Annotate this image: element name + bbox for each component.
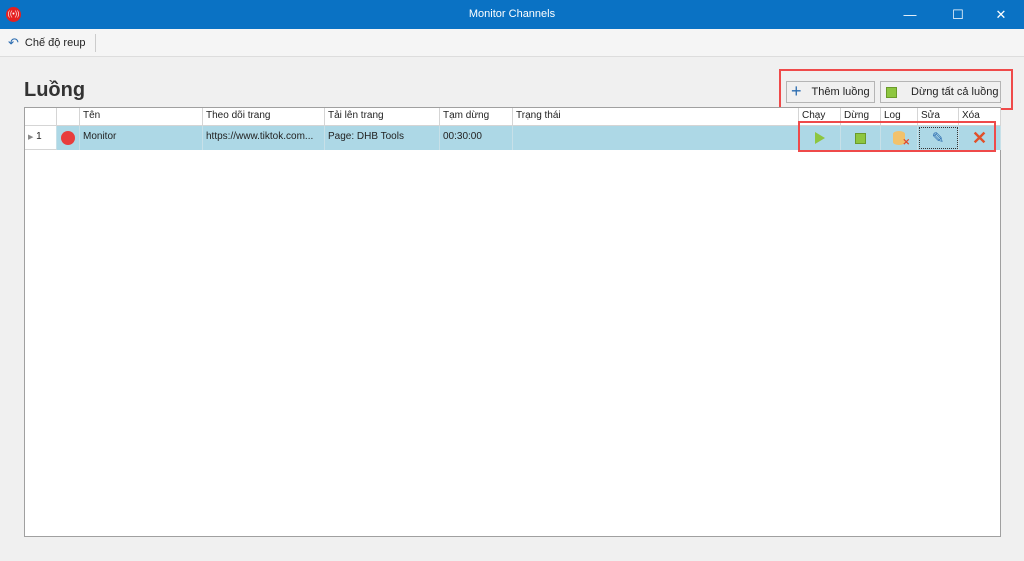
cell-status (513, 126, 799, 150)
streams-grid: Tên Theo dõi trang Tải lên trang Tạm dừn… (24, 107, 1001, 537)
cell-upload: Page: DHB Tools (325, 126, 440, 150)
page-title: Luồng (24, 79, 86, 101)
reup-mode-label: Chế độ reup (24, 37, 86, 49)
cell-pause: 00:30:00 (440, 126, 513, 150)
close-button[interactable]: ✕ (978, 0, 1024, 29)
row-index: 1 (36, 131, 42, 142)
row-pointer-icon: ▶ (28, 134, 34, 141)
add-stream-button[interactable]: + Thêm luồng (786, 81, 875, 103)
stop-square-icon (886, 86, 897, 98)
column-header-upload[interactable]: Tải lên trang (325, 108, 440, 126)
undo-arrow-icon: ↶ (8, 35, 19, 50)
toolbar: ↶ Chế độ reup (0, 29, 1024, 57)
row-header-corner (25, 108, 57, 126)
stop-all-button[interactable]: Dừng tất cả luồng (880, 81, 1001, 103)
reup-mode-button[interactable]: ↶ Chế độ reup (8, 34, 97, 52)
column-header-status[interactable]: Trạng thái (513, 108, 799, 126)
window-title: Monitor Channels (468, 8, 556, 20)
action-highlight-box (798, 121, 996, 152)
minimize-button[interactable]: — (887, 0, 933, 29)
cell-watch: https://www.tiktok.com... (203, 126, 325, 150)
plus-icon: + (791, 80, 802, 101)
maximize-button[interactable]: ☐ (935, 0, 981, 29)
column-header-status-dot (57, 108, 80, 126)
row-header[interactable]: ▶ 1 (25, 126, 57, 150)
stop-all-label: Dừng tất cả luồng (911, 86, 999, 98)
add-stream-label: Thêm luồng (811, 86, 870, 98)
column-header-watch[interactable]: Theo dõi trang (203, 108, 325, 126)
column-header-name[interactable]: Tên (80, 108, 203, 126)
title-bar: ((•)) Monitor Channels — ☐ ✕ (0, 0, 1024, 29)
cell-name: Monitor (80, 126, 203, 150)
status-dot-icon (61, 131, 75, 145)
status-dot-cell (57, 126, 80, 150)
column-header-pause[interactable]: Tạm dừng (440, 108, 513, 126)
